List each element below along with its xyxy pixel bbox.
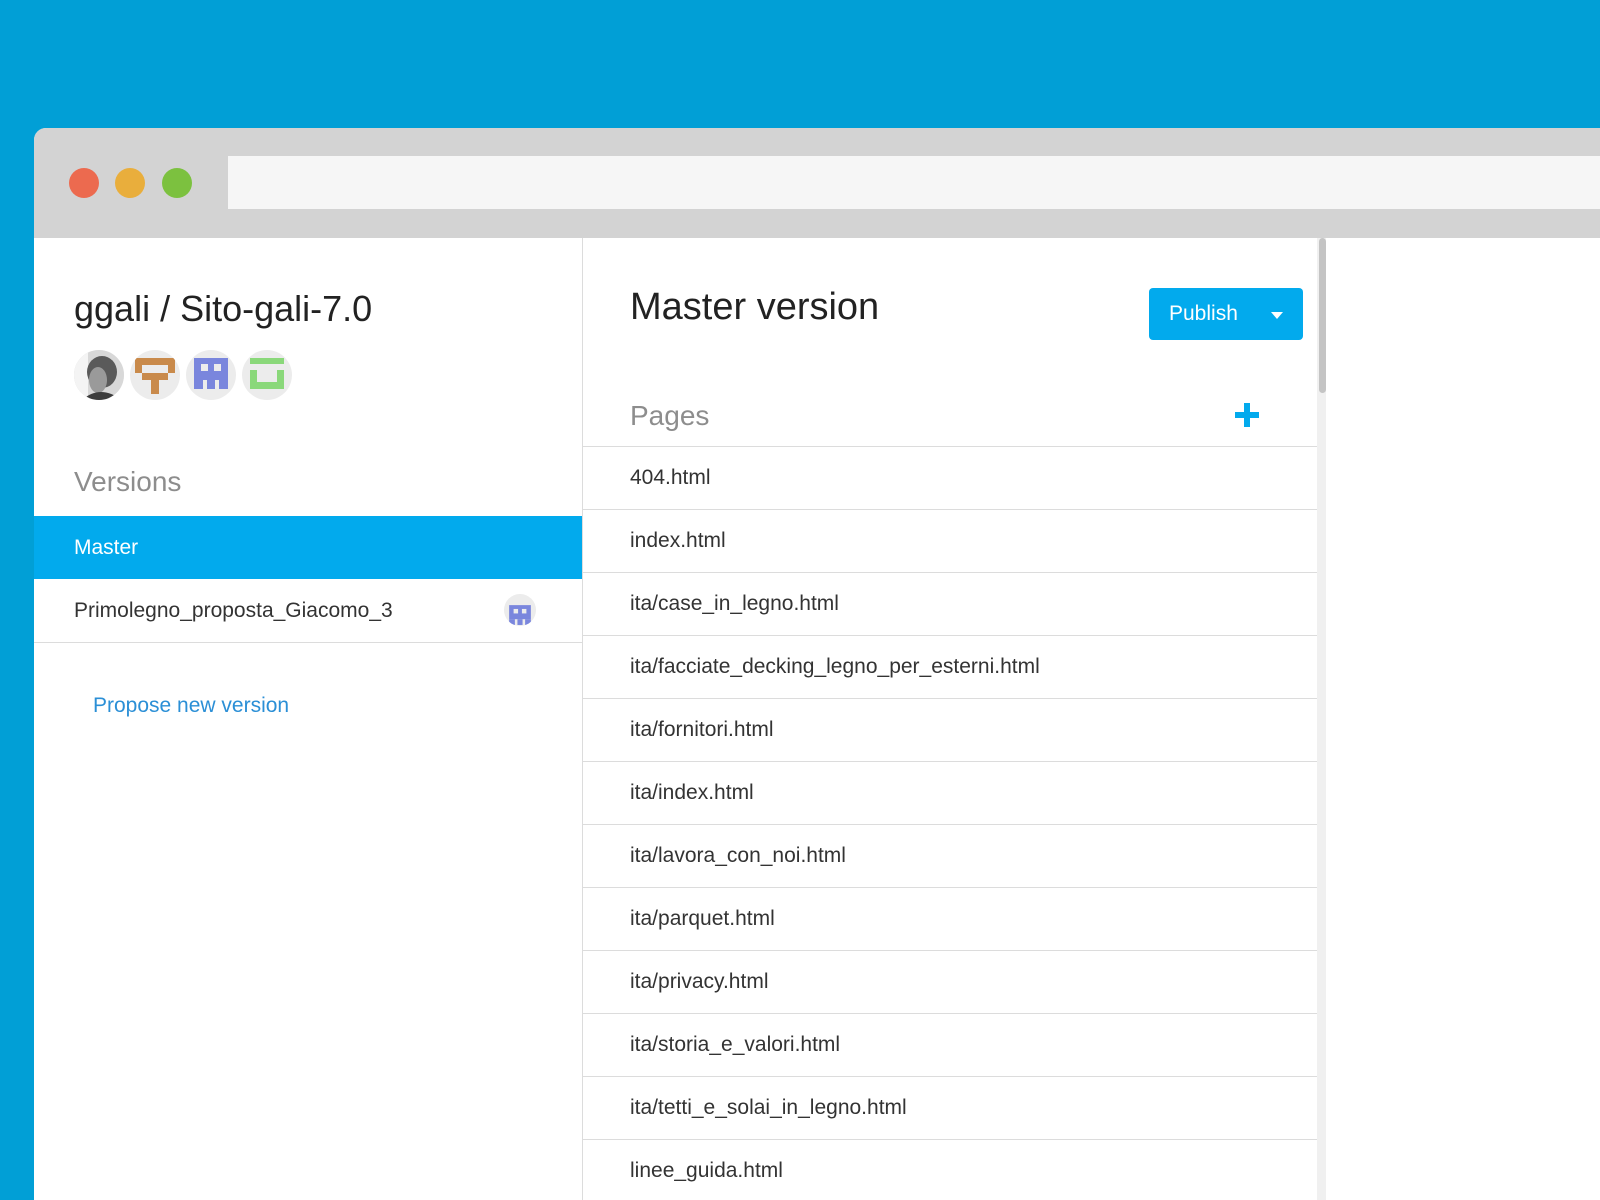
page-item[interactable]: ita/storia_e_valori.html xyxy=(583,1014,1317,1077)
page-item[interactable]: linee_guida.html xyxy=(583,1140,1317,1200)
collaborator-avatar-blue[interactable] xyxy=(186,350,236,400)
version-author-avatar xyxy=(504,594,536,626)
version-item-master[interactable]: Master xyxy=(34,516,582,579)
version-item-primolegno[interactable]: Primolegno_proposta_Giacomo_3 xyxy=(34,579,582,643)
collaborator-avatar-orange[interactable] xyxy=(130,350,180,400)
repo-title: ggali / Sito-gali-7.0 xyxy=(74,288,373,329)
page-item[interactable]: ita/tetti_e_solai_in_legno.html xyxy=(583,1077,1317,1140)
title-bar xyxy=(34,128,1600,238)
browser-window: ggali / Sito-gali-7.0 Versions Master Pr… xyxy=(34,128,1600,1200)
version-list: Master Primolegno_proposta_Giacomo_3 xyxy=(34,516,582,643)
photo-avatar-icon xyxy=(74,350,124,400)
sidebar: ggali / Sito-gali-7.0 Versions Master Pr… xyxy=(34,238,583,1200)
close-window-button[interactable] xyxy=(69,168,99,198)
main-panel: Master version Publish Pages 404.html in… xyxy=(583,238,1353,1200)
page-item[interactable]: ita/index.html xyxy=(583,762,1317,825)
page-item[interactable]: index.html xyxy=(583,510,1317,573)
publish-label: Publish xyxy=(1169,302,1238,325)
page-item[interactable]: ita/facciate_decking_legno_per_esterni.h… xyxy=(583,636,1317,699)
chevron-down-icon[interactable] xyxy=(1271,312,1283,319)
identicon-avatar-icon xyxy=(135,358,175,394)
propose-new-version-link[interactable]: Propose new version xyxy=(93,694,289,718)
version-label: Master xyxy=(74,536,139,559)
version-label: Primolegno_proposta_Giacomo_3 xyxy=(74,599,393,622)
publish-button[interactable]: Publish xyxy=(1149,288,1303,340)
minimize-window-button[interactable] xyxy=(115,168,145,198)
zoom-window-button[interactable] xyxy=(162,168,192,198)
versions-heading: Versions xyxy=(74,466,182,497)
page-item[interactable]: ita/case_in_legno.html xyxy=(583,573,1317,636)
scrollbar-thumb[interactable] xyxy=(1319,238,1326,393)
collaborator-avatar-green[interactable] xyxy=(242,350,292,400)
page-item[interactable]: ita/privacy.html xyxy=(583,951,1317,1014)
identicon-avatar-icon xyxy=(194,358,228,389)
pages-heading: Pages xyxy=(630,400,710,431)
identicon-avatar-icon xyxy=(250,358,284,389)
add-page-plus-icon[interactable] xyxy=(1234,402,1260,428)
page-list: 404.html index.html ita/case_in_legno.ht… xyxy=(583,446,1317,1200)
collaborator-avatar-photo[interactable] xyxy=(74,350,124,400)
address-bar[interactable] xyxy=(228,156,1600,209)
page-item[interactable]: ita/parquet.html xyxy=(583,888,1317,951)
page-item[interactable]: ita/lavora_con_noi.html xyxy=(583,825,1317,888)
page-item[interactable]: 404.html xyxy=(583,447,1317,510)
main-title: Master version xyxy=(630,286,880,328)
identicon-avatar-icon xyxy=(509,605,531,625)
page-item[interactable]: ita/fornitori.html xyxy=(583,699,1317,762)
collaborator-avatars xyxy=(74,350,292,400)
